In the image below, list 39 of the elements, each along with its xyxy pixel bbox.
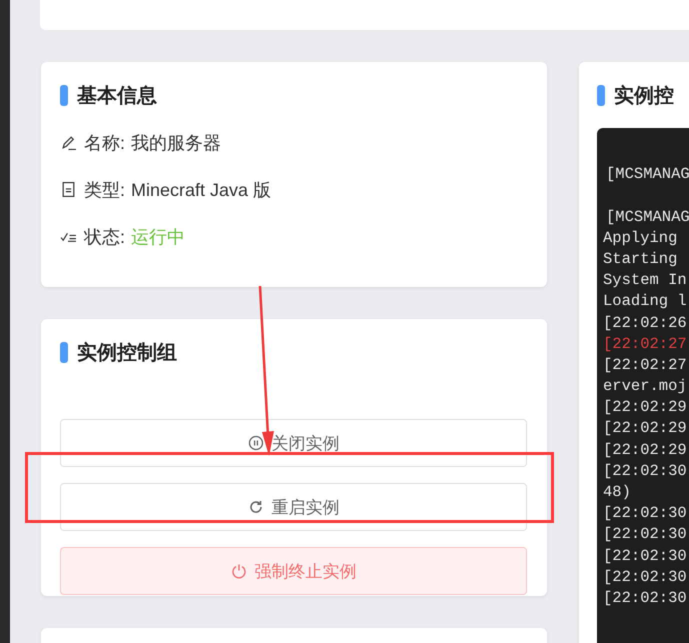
instance-button[interactable]: 重启实例: [60, 483, 527, 531]
console-line: 48): [603, 483, 631, 501]
power-icon: [230, 563, 246, 579]
field-label: 名称:: [84, 132, 126, 154]
console-line: System In: [603, 271, 687, 290]
title-accent-bar: [60, 342, 68, 362]
field-label: 类型:: [84, 178, 126, 202]
field-label: 状态:: [84, 226, 126, 248]
console-line: Starting: [603, 250, 678, 268]
title-accent-bar: [60, 84, 68, 106]
console-line: [22:02:30: [603, 568, 687, 586]
console-line: [22:02:30: [603, 546, 687, 565]
console-line: Applying: [603, 228, 678, 247]
instance-button[interactable]: 关闭实例: [60, 419, 527, 467]
card-title: 实例控: [614, 84, 674, 108]
card-title: 基本信息: [77, 84, 157, 108]
console-line: [22:02:30: [603, 504, 687, 522]
console-line: [22:02:30: [603, 588, 687, 607]
refresh-icon: [248, 499, 264, 515]
console-line: [22:02:29: [603, 398, 687, 416]
card-title: 实例控制组: [77, 340, 177, 366]
console-line: erver.moj: [603, 377, 687, 396]
title-accent-bar: [597, 84, 605, 106]
console-line: [22:02:30: [603, 525, 687, 544]
console-line: [22:02:29: [603, 440, 687, 459]
field-value: Minecraft Java 版: [131, 178, 272, 202]
console-line: [22:02:26: [603, 314, 687, 332]
console-line: [MCSMANAG: [606, 165, 689, 184]
field-value: 我的服务器: [131, 132, 222, 154]
document-icon: [60, 181, 77, 198]
field-value: 运行中: [131, 226, 186, 248]
pause-icon: [248, 435, 264, 451]
console-line: [22:02:27: [603, 334, 687, 353]
pencil-icon: [60, 134, 77, 151]
console-line: [MCSMANAG: [606, 208, 689, 226]
console-line: [22:02:29: [603, 419, 687, 438]
console-line: [22:02:27: [603, 356, 687, 374]
console-line: Loading l: [603, 292, 687, 310]
console-line: [22:02:30: [603, 462, 687, 480]
